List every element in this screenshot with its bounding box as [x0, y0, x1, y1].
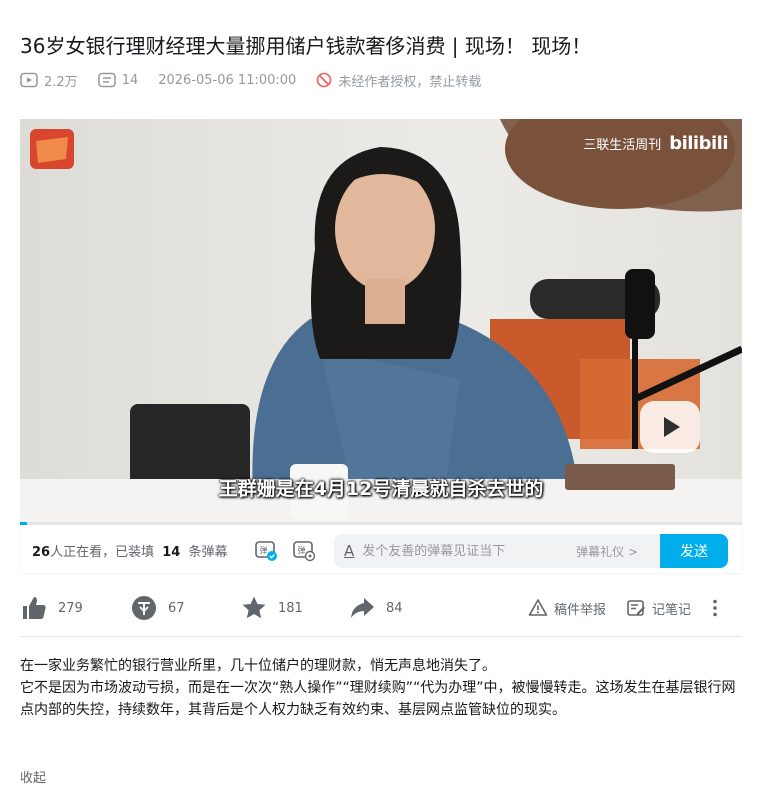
video-meta: 2.2万 14 2026-05-06 11:00:00 未经作者授权，禁止转载: [20, 68, 501, 92]
watching-count: 26: [32, 544, 51, 560]
danmaku-etiquette-link[interactable]: 弹幕礼仪 >: [576, 543, 638, 560]
loaded-count: 14: [162, 544, 181, 560]
divider: [20, 636, 742, 637]
watermark: 三联生活周刊 bilibili: [583, 133, 728, 154]
description-paragraph-1: 在一家业务繁忙的银行营业所里，几十位储户的理财款，悄无声息地消失了。: [20, 658, 496, 674]
coin-count: 67: [168, 600, 185, 616]
danmaku-icon: [97, 72, 116, 88]
danmaku-settings-icon: 弹: [292, 541, 315, 562]
video-player[interactable]: 三联生活周刊 bilibili 王群姗是在4月12号清晨就自杀去世的: [20, 119, 742, 524]
like-count: 279: [58, 600, 83, 616]
svg-text:弹: 弹: [259, 545, 267, 555]
like-button[interactable]: 279: [20, 594, 130, 622]
report-button[interactable]: 稿件举报: [528, 598, 606, 618]
video-toolbar: 279 67 181 84 稿件举报 记笔记: [20, 590, 742, 626]
text-style-icon[interactable]: A: [344, 542, 354, 560]
watching-suffix: 人正在看，已装填: [50, 544, 155, 560]
favorite-icon: [242, 596, 266, 619]
report-label: 稿件举报: [554, 602, 607, 618]
video-frame: [20, 119, 742, 524]
danmaku-count: 14: [97, 72, 139, 88]
copyright-notice: 未经作者授权，禁止转载: [316, 71, 481, 90]
svg-text:弹: 弹: [297, 545, 305, 555]
publish-datetime: 2026-05-06 11:00:00: [158, 72, 297, 88]
danmaku-settings-button[interactable]: 弹: [290, 536, 318, 564]
video-title: 36岁女银行理财经理大量挪用储户钱款奢侈消费 | 现场！ 现场！: [20, 34, 592, 58]
forbid-icon: [317, 72, 332, 88]
report-icon: [528, 599, 548, 616]
coin-button[interactable]: 67: [130, 594, 240, 622]
note-label: 记笔记: [652, 602, 692, 618]
favorite-button[interactable]: 181: [240, 594, 348, 622]
send-danmaku-button[interactable]: 发送: [660, 534, 728, 568]
share-count: 84: [386, 600, 403, 616]
danmaku-count-text: 14: [121, 72, 139, 88]
like-icon: [23, 597, 46, 619]
progress-bar[interactable]: [20, 522, 742, 525]
video-description: 在一家业务繁忙的银行营业所里，几十位储户的理财款，悄无声息地消失了。 它不是因为…: [20, 655, 742, 721]
loaded-suffix: 条弹幕: [188, 544, 228, 560]
view-count-text: 2.2万: [44, 74, 78, 90]
bilibili-logo: bilibili: [669, 133, 728, 154]
danmaku-toggle-button[interactable]: 弹: [252, 536, 280, 564]
share-icon: [351, 598, 374, 618]
coin-icon: [132, 596, 156, 620]
play-count-icon: [20, 72, 38, 88]
video-subtitle: 王群姗是在4月12号清晨就自杀去世的: [218, 478, 544, 500]
more-icon: [713, 599, 717, 617]
collapse-link[interactable]: 收起: [20, 767, 46, 786]
view-count: 2.2万: [20, 71, 78, 90]
description-paragraph-2: 它不是因为市场波动亏损，而是在一次次“熟人操作”“理财续购”“代为办理”中，被慢…: [20, 680, 736, 718]
danmaku-toggle-icon: 弹: [254, 541, 277, 561]
danmaku-input[interactable]: [362, 543, 583, 559]
danmaku-bar: 26人正在看，已装填 14 条弹幕 弹 弹 A 弹幕礼仪 > 发送: [20, 527, 742, 573]
watermark-channel: 三联生活周刊: [583, 138, 662, 153]
progress-fill: [20, 522, 28, 525]
play-icon: [664, 417, 680, 437]
copyright-text: 未经作者授权，禁止转载: [338, 74, 482, 90]
share-button[interactable]: 84: [348, 594, 528, 622]
watching-info: 26人正在看，已装填 14 条弹幕: [32, 541, 228, 560]
danmaku-input-box: A 弹幕礼仪 > 发送: [334, 534, 728, 568]
note-button[interactable]: 记笔记: [626, 598, 691, 618]
note-icon: [627, 600, 646, 616]
favorite-count: 181: [278, 600, 303, 616]
more-button[interactable]: [711, 598, 729, 618]
play-button[interactable]: [640, 401, 700, 453]
